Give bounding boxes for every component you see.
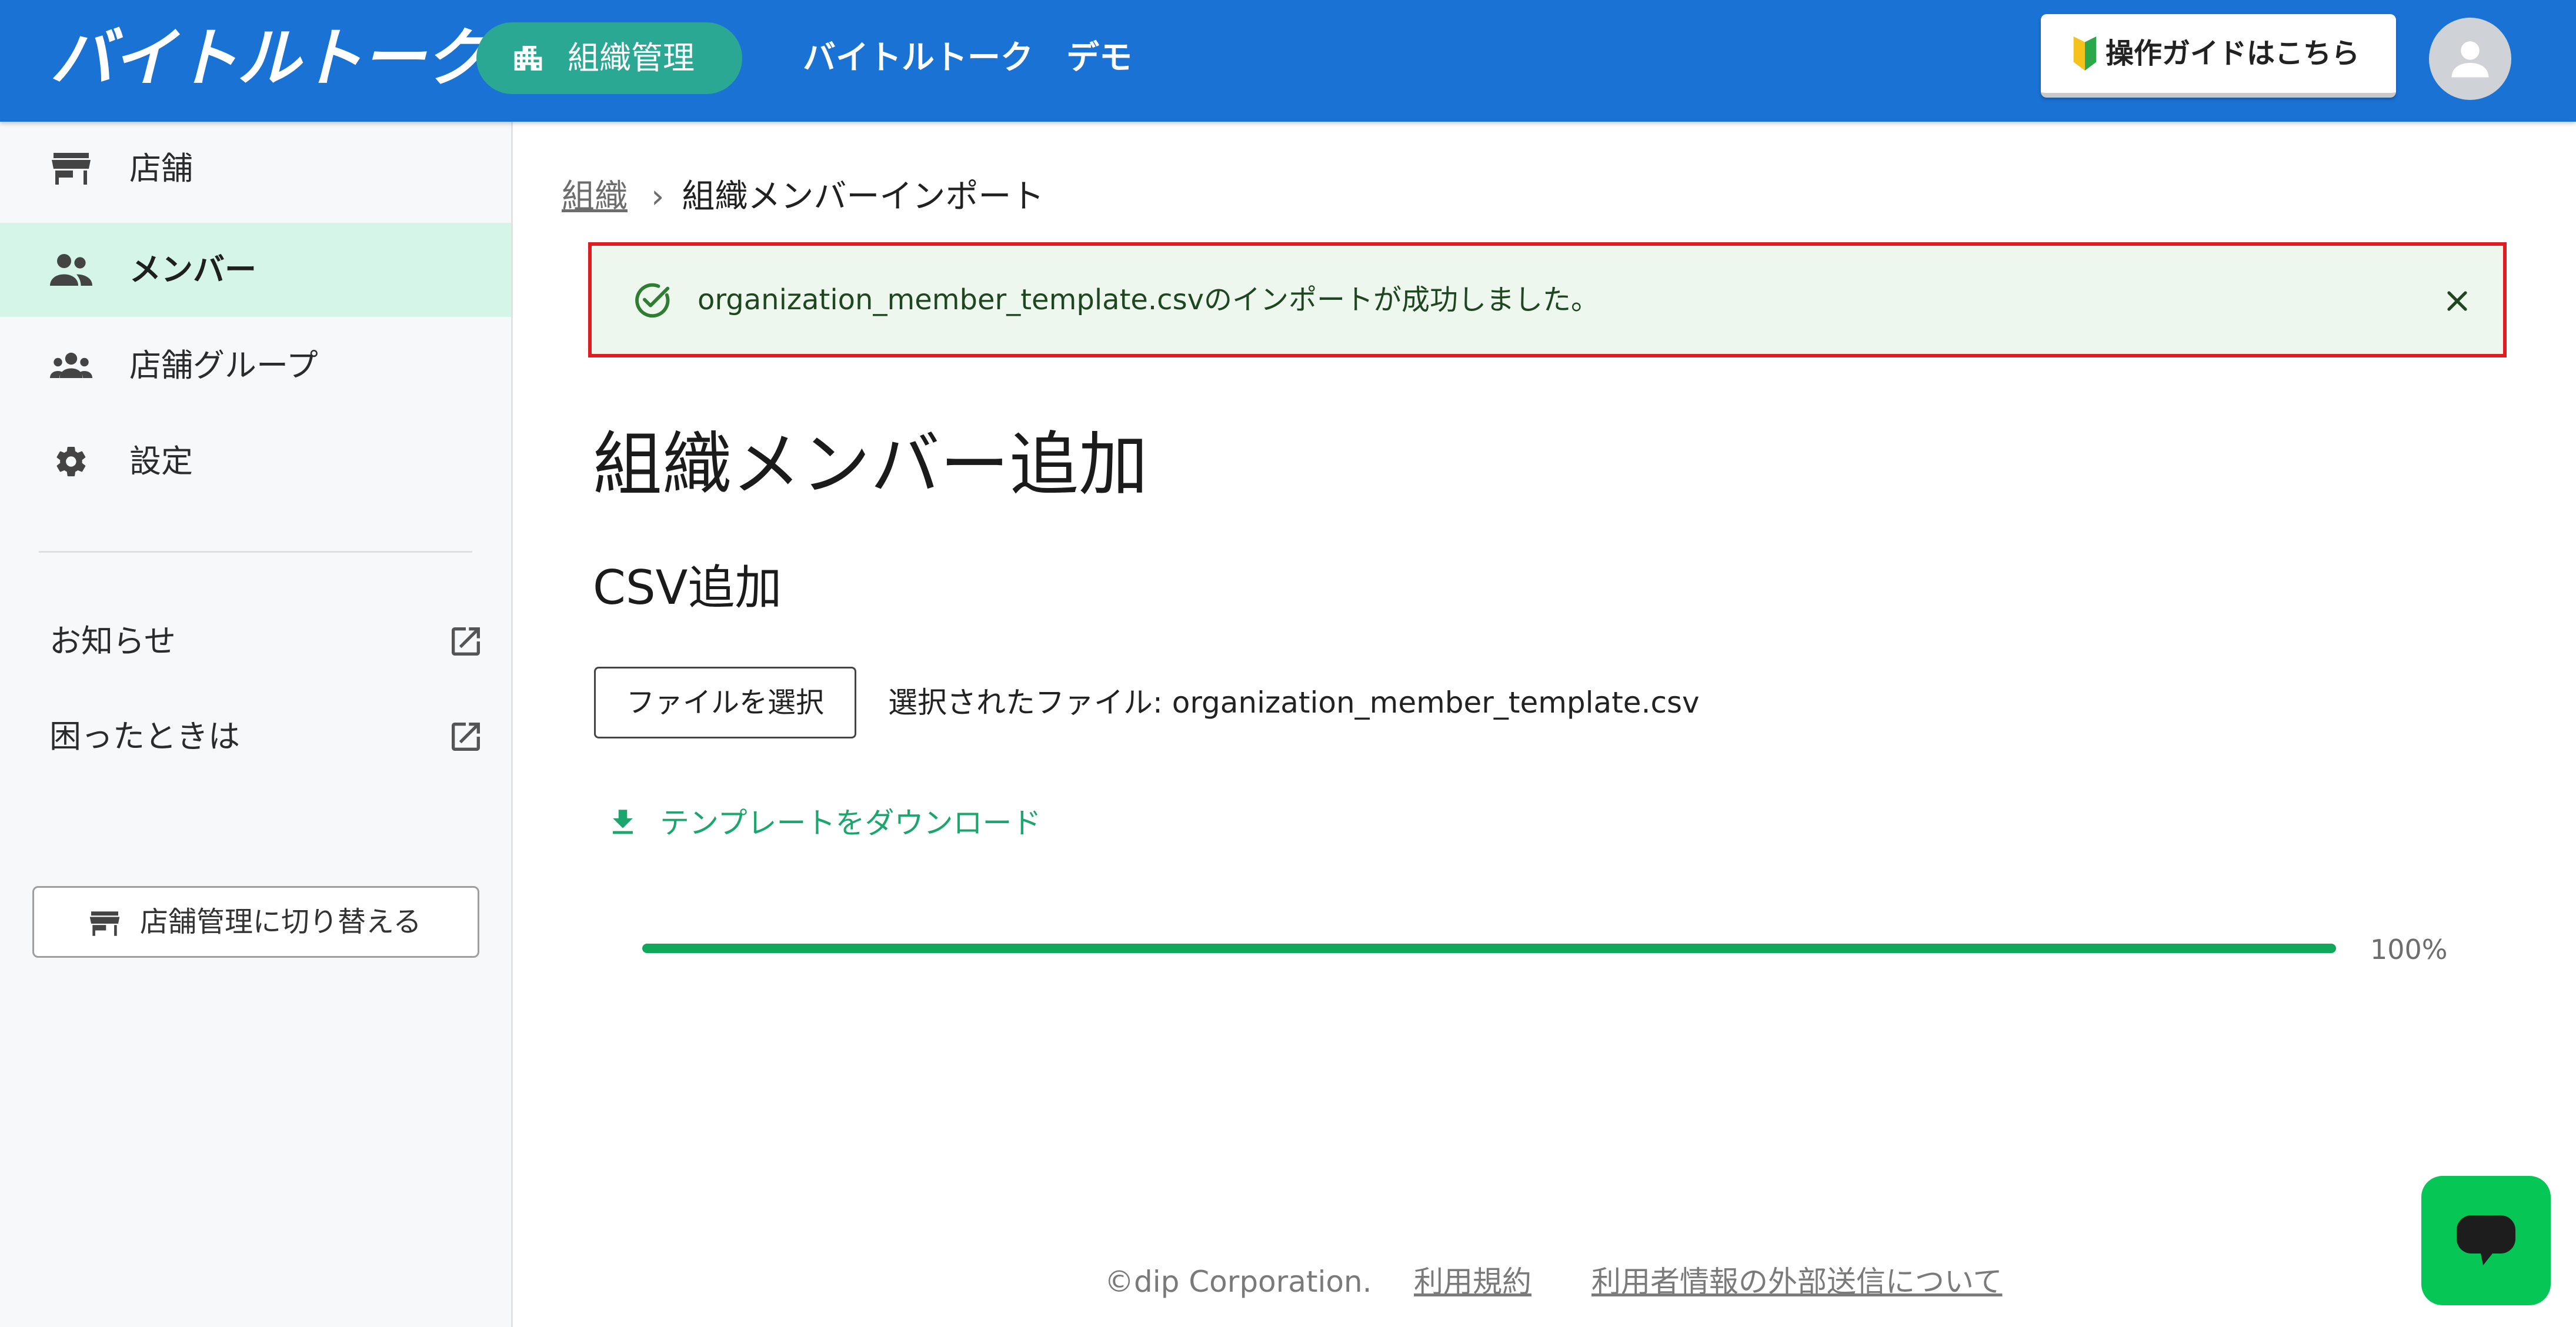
chat-icon bbox=[2457, 1215, 2515, 1265]
org-management-label: 組織管理 bbox=[568, 39, 695, 76]
external-link-icon bbox=[452, 723, 480, 751]
selected-file-text: 選択されたファイル: organization_member_template.… bbox=[888, 686, 1700, 720]
people-icon bbox=[50, 254, 92, 286]
beginner-mark-icon bbox=[2073, 36, 2097, 71]
breadcrumb-parent-link[interactable]: 組織 bbox=[562, 178, 628, 216]
close-icon[interactable] bbox=[2443, 287, 2471, 315]
choose-file-button[interactable]: ファイルを選択 bbox=[594, 667, 856, 738]
alert-message: organization_member_template.csvのインポートが成… bbox=[698, 283, 1599, 316]
sidebar-item-label: メンバー bbox=[129, 251, 256, 288]
switch-button-label: 店舗管理に切り替える bbox=[140, 905, 422, 938]
person-icon bbox=[2451, 41, 2489, 78]
section-title: CSV追加 bbox=[593, 560, 782, 615]
sidebar-link-help[interactable]: 困ったときは bbox=[0, 690, 511, 784]
sidebar-item-settings[interactable]: 設定 bbox=[0, 415, 511, 509]
progress-label: 100% bbox=[2370, 934, 2448, 965]
page-title: 組織メンバー追加 bbox=[593, 424, 1149, 505]
chevron-right-icon: › bbox=[651, 178, 665, 216]
progress-bar bbox=[642, 944, 2336, 953]
sidebar-item-store-groups[interactable]: 店舗グループ bbox=[0, 319, 511, 413]
sidebar-link-news[interactable]: お知らせ bbox=[0, 594, 511, 688]
building-icon bbox=[514, 46, 542, 71]
sidebar-link-label: 困ったときは bbox=[49, 718, 240, 755]
external-link-icon bbox=[452, 627, 480, 656]
org-management-button[interactable]: 組織管理 bbox=[476, 22, 742, 94]
breadcrumb: 組織 › 組織メンバーインポート bbox=[562, 171, 1044, 223]
sidebar-item-label: 店舗グループ bbox=[129, 347, 318, 384]
check-circle-icon bbox=[635, 283, 670, 318]
sidebar-item-label: 店舗 bbox=[129, 150, 193, 187]
sidebar: 店舗 メンバー 店舗グループ 設定 お知らせ 困ったときは 店舗管理に切り替える bbox=[0, 122, 513, 1327]
operation-guide-button[interactable]: 操作ガイドはこちら bbox=[2041, 14, 2396, 98]
groups-icon bbox=[50, 352, 92, 378]
store-icon bbox=[52, 153, 91, 185]
sidebar-link-label: お知らせ bbox=[49, 623, 176, 660]
footer-copyright: ©dip Corporation. bbox=[1105, 1265, 1372, 1299]
sidebar-item-members[interactable]: メンバー bbox=[0, 223, 511, 317]
store-icon bbox=[89, 911, 120, 936]
download-template-label: テンプレートをダウンロード bbox=[660, 806, 1042, 840]
sidebar-item-label: 設定 bbox=[129, 443, 193, 480]
switch-to-store-management-button[interactable]: 店舗管理に切り替える bbox=[32, 886, 479, 958]
app-logo[interactable]: バイトルトーク bbox=[50, 24, 488, 94]
breadcrumb-current: 組織メンバーインポート bbox=[682, 178, 1045, 216]
user-avatar[interactable] bbox=[2429, 18, 2511, 100]
app-header: バイトルトーク 組織管理 バイトルトーク デモ 操作ガイドはこちら bbox=[0, 0, 2576, 122]
sidebar-item-stores[interactable]: 店舗 bbox=[0, 122, 511, 216]
company-name: バイトルトーク デモ bbox=[803, 39, 1132, 77]
gear-icon bbox=[56, 446, 86, 477]
operation-guide-label: 操作ガイドはこちら bbox=[2105, 37, 2360, 70]
progress-bar-fill bbox=[642, 944, 2336, 953]
download-icon bbox=[613, 810, 633, 834]
footer-external-transmission-link[interactable]: 利用者情報の外部送信について bbox=[1591, 1258, 2003, 1305]
success-alert: organization_member_template.csvのインポートが成… bbox=[588, 242, 2507, 357]
sidebar-divider bbox=[39, 551, 472, 553]
chat-button[interactable] bbox=[2421, 1176, 2551, 1305]
footer-terms-link[interactable]: 利用規約 bbox=[1414, 1258, 1531, 1305]
